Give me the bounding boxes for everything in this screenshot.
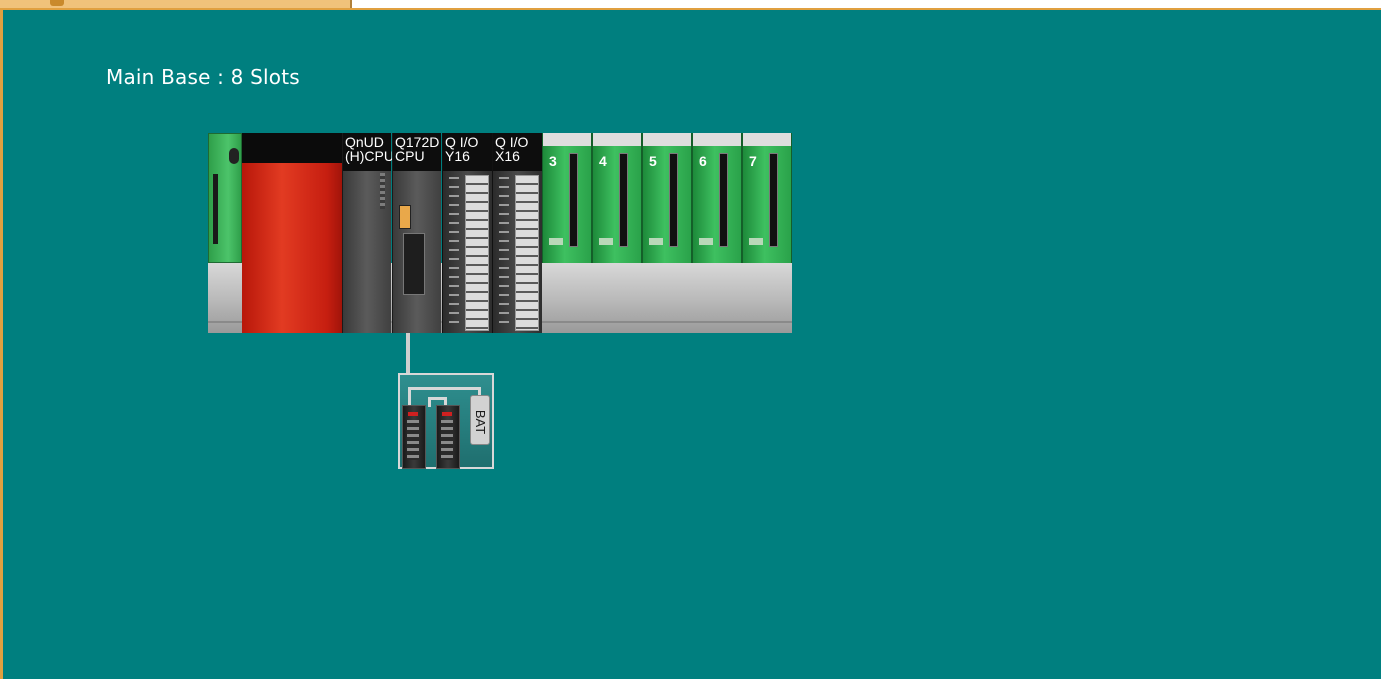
empty-slot-latch <box>743 133 791 146</box>
cpu-qnud-label: QnUD (H)CPU <box>345 134 394 164</box>
battery-wire <box>408 387 411 407</box>
io-y16-label: Q I/O Y16 <box>445 134 479 164</box>
power-supply-header <box>242 133 342 163</box>
empty-slot-latch <box>543 133 591 146</box>
end-cover-knob-icon <box>229 148 239 164</box>
cpu-battery-cable <box>406 333 410 375</box>
main-base-title: Main Base : 8 Slots <box>106 65 300 89</box>
slot-cpu-qnud[interactable]: QnUD (H)CPU <box>342 133 394 333</box>
slot-number: 3 <box>549 153 557 169</box>
io-y16-terminal-block <box>465 175 489 331</box>
battery-icon: BAT <box>470 395 490 445</box>
empty-slot-3[interactable]: 3 <box>542 133 592 263</box>
empty-slot-latch <box>593 133 641 146</box>
slot-tag <box>549 238 563 245</box>
empty-slot-latch <box>643 133 691 146</box>
empty-slot-latch <box>693 133 741 146</box>
empty-slot-7[interactable]: 7 <box>742 133 792 263</box>
drive-face <box>407 420 419 460</box>
slot-connector-icon <box>769 153 778 247</box>
slot-cpu-q172d[interactable]: Q172D CPU <box>392 133 441 333</box>
cpu-q172d-port-icon <box>399 205 411 229</box>
slot-tag <box>599 238 613 245</box>
base-end-cover <box>208 133 242 263</box>
slot-connector-icon <box>669 153 678 247</box>
slot-connector-icon <box>719 153 728 247</box>
battery-unit[interactable]: BAT <box>398 373 494 469</box>
battery-wire <box>428 397 444 400</box>
slot-number: 4 <box>599 153 607 169</box>
slot-tag <box>749 238 763 245</box>
end-cover-strip <box>213 174 218 244</box>
slot-number: 6 <box>699 153 707 169</box>
cpu-qnud-leds-icon <box>380 173 385 209</box>
drive-led-icon <box>408 412 418 416</box>
slot-connector-icon <box>619 153 628 247</box>
io-x16-leds-icon <box>499 177 509 327</box>
slot-connector-icon <box>569 153 578 247</box>
drive-module-2 <box>436 405 460 469</box>
cpu-q172d-connector-icon <box>403 233 425 295</box>
tab-icon <box>50 0 64 6</box>
io-y16-leds-icon <box>449 177 459 327</box>
empty-slot-5[interactable]: 5 <box>642 133 692 263</box>
io-x16-terminal-block <box>515 175 539 331</box>
io-x16-label: Q I/O X16 <box>495 134 529 164</box>
drive-face <box>441 420 453 460</box>
battery-label: BAT <box>473 409 488 435</box>
slot-tag <box>699 238 713 245</box>
system-configuration-canvas <box>0 8 1381 679</box>
empty-slot-6[interactable]: 6 <box>692 133 742 263</box>
slot-number: 5 <box>649 153 657 169</box>
drive-led-icon <box>442 412 452 416</box>
battery-wire <box>408 387 480 390</box>
slot-tag <box>649 238 663 245</box>
slot-number: 7 <box>749 153 757 169</box>
empty-slot-4[interactable]: 4 <box>592 133 642 263</box>
main-base-rack[interactable]: QnUD (H)CPU Q172D CPU Q I/O Y16 Q I/O X1… <box>208 133 792 333</box>
power-supply-module[interactable] <box>242 133 342 333</box>
drive-module-1 <box>402 405 426 469</box>
slot-io-x16[interactable]: Q I/O X16 <box>492 133 542 333</box>
cpu-q172d-label: Q172D CPU <box>395 134 440 164</box>
slot-io-y16[interactable]: Q I/O Y16 <box>442 133 492 333</box>
